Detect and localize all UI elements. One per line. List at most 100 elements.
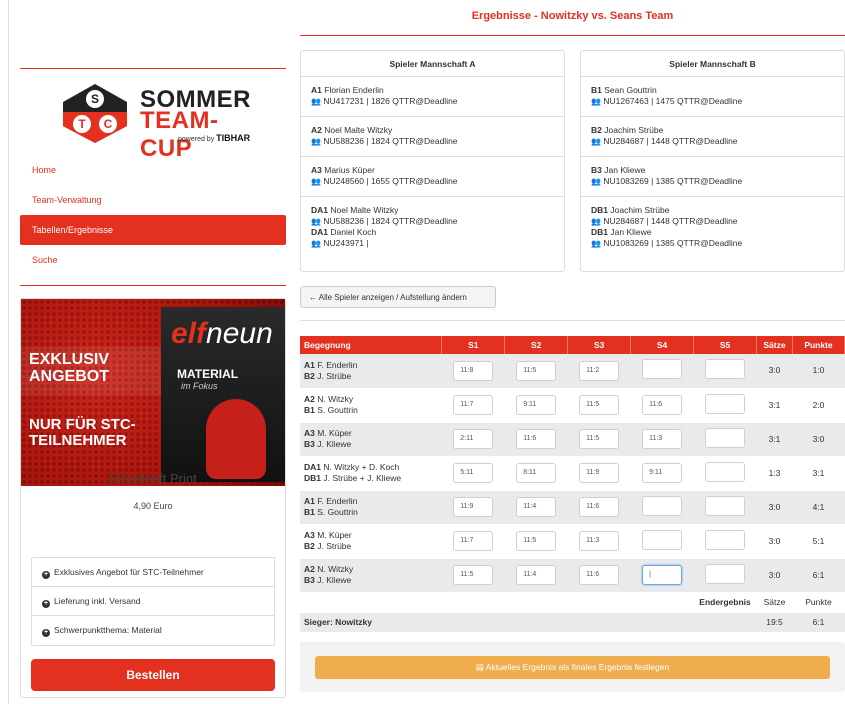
set-score-input[interactable]: 11:5 (579, 395, 620, 415)
set-score-input[interactable] (642, 359, 683, 380)
player1-name: M. Küper (317, 428, 352, 438)
set-score-input[interactable]: 11:6 (642, 395, 683, 415)
nav-item-tabellen-ergebnisse[interactable]: Tabellen/Ergebnisse (20, 215, 286, 245)
promo-feature-text: Schwerpunktthema: Material (54, 625, 162, 635)
set-score-input[interactable]: 11:5 (453, 565, 494, 585)
nav-item-home[interactable]: Home (20, 155, 286, 185)
set-cell: 11:5 (441, 558, 505, 593)
results-table: Begegnung S1 S2 S3 S4 S5 Sätze Punkte A1… (300, 336, 845, 633)
set-final-result-button[interactable]: ▤ Aktuelles Ergebnis als finales Ergebni… (315, 656, 830, 679)
set-score-input[interactable]: 11:4 (516, 565, 557, 585)
set-score-input[interactable]: 11:9 (453, 497, 494, 517)
set-cell: 2:11 (441, 422, 505, 457)
promo-feature-item: + Schwerpunktthema: Material (32, 616, 274, 645)
set-score-input[interactable]: 11:3 (642, 429, 683, 449)
promo-banner-image[interactable]: elfneun MATERIAL im Fokus EXKLUSIV ANGEBO… (21, 299, 285, 486)
table-row: A2 N. Witzky B3 J. Kliewe 11:5 11:4 11:6 | 3:… (300, 558, 845, 593)
player-info: NU417231 | 1826 QTTR@Deadline (323, 96, 458, 106)
player1-pos: A2 (304, 394, 315, 404)
set-cell (693, 490, 757, 525)
match-cell: A2 N. Witzky B3 J. Kliewe (300, 558, 442, 593)
set-score-input[interactable]: 11:5 (516, 360, 557, 381)
set-score-input[interactable]: 11:8 (453, 360, 494, 381)
plus-circle-icon: + (42, 629, 50, 637)
set-cell: 11:9 (441, 490, 505, 525)
page-title: Ergebnisse - Nowitzky vs. Seans Team (471, 10, 674, 22)
set-cell (630, 354, 694, 389)
player1-name: F. Enderlin (317, 496, 358, 506)
set-cell: 11:9 (567, 456, 631, 491)
set-score-input[interactable] (705, 563, 746, 584)
set-score-input[interactable]: 8:11 (516, 463, 557, 483)
set-score-input[interactable]: 11:2 (579, 360, 620, 381)
set-cell: 11:6 (567, 490, 631, 525)
player2-name: S. Gouttrin (317, 405, 358, 415)
set-score-input[interactable]: 9:11 (516, 395, 557, 415)
set-score-input[interactable]: 11:5 (579, 429, 620, 449)
set-score-input[interactable]: 11:4 (516, 497, 557, 517)
set-cell: 11:4 (504, 558, 568, 593)
set-cell: 11:3 (567, 524, 631, 559)
player-name: Noel Malte Witzky (324, 125, 393, 135)
punkte-cell: 5:1 (792, 524, 845, 559)
player2-name: J. Strübe (317, 541, 352, 551)
set-cell: 8:11 (504, 456, 568, 491)
database-icon: ▤ (475, 662, 484, 672)
match-cell: A2 N. Witzky B1 S. Gouttrin (300, 388, 442, 423)
set-score-input[interactable]: 11:9 (579, 463, 620, 483)
saetze-cell: 3:0 (756, 524, 793, 559)
set-score-input[interactable] (705, 461, 746, 482)
match-cell: DA1 N. Witzky + D. Koch DB1 J. Strübe + … (300, 456, 442, 491)
set-cell: 11:5 (567, 388, 631, 423)
set-score-input[interactable] (705, 529, 746, 550)
set-score-input[interactable]: 11:3 (579, 531, 620, 551)
summary-label: Endergebnis (693, 592, 757, 613)
set-score-input[interactable] (642, 529, 683, 550)
nav-item-team-verwaltung[interactable]: Team-Verwaltung (20, 185, 286, 215)
player2-pos: B2 (304, 370, 315, 381)
saetze-cell: 3:1 (756, 388, 793, 423)
set-score-input[interactable]: 11:6 (579, 565, 620, 585)
set-score-input[interactable] (705, 427, 746, 448)
set-score-input[interactable] (705, 393, 746, 414)
sommer-team-cup-logo[interactable]: S T C SOMMER TEAM-CUP powered by TIBHAR (60, 82, 260, 162)
final-result-panel: ▤ Aktuelles Ergebnis als finales Ergebni… (300, 642, 845, 692)
set-score-input[interactable]: 11:6 (579, 497, 620, 517)
set-score-input[interactable]: 11:7 (453, 395, 494, 415)
show-all-players-button[interactable]: ← Alle Spieler anzeigen / Aufstellung än… (300, 286, 496, 308)
set-score-input[interactable] (705, 495, 746, 516)
punkte-cell: 2:0 (792, 388, 845, 423)
set-score-input[interactable]: 9:11 (642, 463, 683, 483)
set-score-input[interactable]: 11:6 (516, 429, 557, 449)
nav-item-suche[interactable]: Suche (20, 245, 286, 275)
user-icon: 👥 (591, 97, 601, 106)
set-score-input[interactable] (705, 359, 746, 380)
set-score-input[interactable]: 11:7 (453, 531, 494, 551)
promo-headline-line2: ANGEBOT (29, 368, 109, 385)
match-cell: A3 M. Küper B2 J. Strübe (300, 524, 442, 559)
set-cell: 9:11 (630, 456, 694, 491)
sidebar: S T C SOMMER TEAM-CUP powered by TIBHAR … (20, 0, 286, 704)
player-pos: A1 (311, 85, 322, 95)
set-score-input[interactable]: 11:5 (516, 531, 557, 551)
player-b3: B3 Jan Kliewe 👥 NU1083269 | 1385 QTTR@De… (581, 157, 844, 197)
player1-name: F. Enderlin (317, 359, 358, 370)
player-b2: B2 Joachim Strübe 👥 NU284687 | 1448 QTTR… (581, 117, 844, 157)
player-name: Sean Gouttrin (604, 85, 657, 95)
player2-pos: DB1 (304, 473, 322, 483)
table-header-row: Begegnung S1 S2 S3 S4 S5 Sätze Punkte (300, 336, 845, 354)
set-score-input[interactable]: 5:11 (453, 463, 494, 483)
set-score-input[interactable] (642, 495, 683, 516)
summary-row: Endergebnis Sätze Punkte (300, 592, 845, 613)
player2-name: J. Kliewe (317, 575, 352, 585)
set-score-input[interactable]: | (642, 565, 683, 585)
set-cell: 11:2 (567, 354, 631, 389)
set-score-input[interactable]: 2:11 (453, 429, 494, 449)
magazine-title-b: neun (206, 317, 273, 350)
order-button[interactable]: Bestellen (31, 659, 275, 691)
player-info: NU284687 | 1448 QTTR@Deadline (603, 136, 738, 146)
logo-powered-text: powered by (178, 136, 215, 143)
plus-circle-icon: + (42, 571, 50, 579)
promo-feature-item: + Exklusives Angebot für STC-Teilnehmer (32, 558, 274, 587)
section-divider (300, 320, 845, 321)
